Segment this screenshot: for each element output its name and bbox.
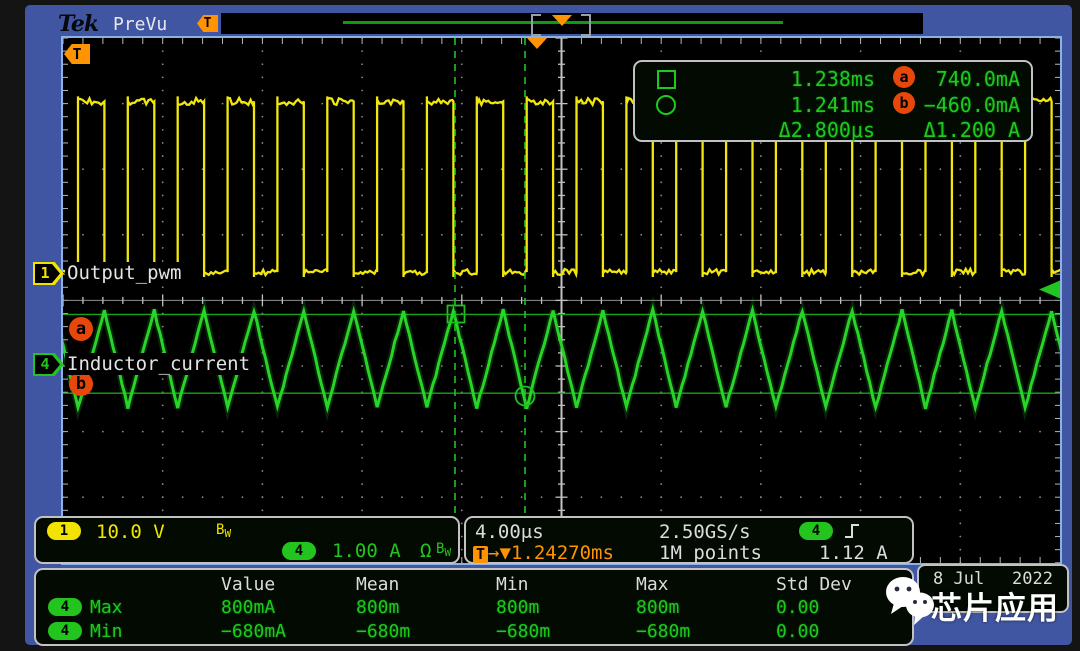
watermark-text: 芯片应用 bbox=[931, 583, 1059, 628]
measurement-table: Value Mean Min Max Std Dev 4 Max 800mA 8… bbox=[34, 568, 914, 646]
channel1-bandwidth-badge: BW bbox=[216, 522, 231, 540]
oscilloscope-screenshot: { "header": { "logo": "Tek", "status": "… bbox=[0, 0, 1080, 651]
cursor-delta-value: Δ1.200 A bbox=[905, 118, 1020, 142]
cursor-a-marker: a bbox=[69, 317, 93, 341]
measurement-value: −680mA bbox=[221, 621, 286, 642]
cursor1-square-icon bbox=[657, 70, 676, 89]
record-window-marker-icon bbox=[552, 15, 572, 26]
measurement-stddev: 0.00 bbox=[776, 621, 819, 642]
column-header-value: Value bbox=[221, 574, 275, 595]
measurement-source-badge: 4 bbox=[48, 598, 82, 616]
channel4-scale: 1.00 A bbox=[332, 540, 401, 562]
cursor1-time: 1.238ms bbox=[745, 67, 875, 91]
column-header-max: Max bbox=[636, 574, 669, 595]
record-length-readout: 1M points bbox=[659, 542, 762, 564]
measurement-name: Min bbox=[90, 621, 123, 642]
cursor-readout-box: 1.238ms a 740.0mA 1.241ms b −460.0mA Δ2.… bbox=[633, 60, 1033, 142]
channel4-bandwidth-badge: BW bbox=[436, 541, 451, 559]
measurement-value: 800mA bbox=[221, 597, 275, 618]
acquisition-status: PreVu bbox=[113, 14, 167, 35]
measurement-min: −680m bbox=[496, 621, 550, 642]
measurement-min: 800m bbox=[496, 597, 539, 618]
measurement-mean: 800m bbox=[356, 597, 399, 618]
sample-rate-readout: 2.50GS/s bbox=[659, 521, 751, 543]
record-window-bracket-left bbox=[531, 14, 541, 36]
tek-logo: Tek bbox=[58, 11, 98, 37]
channel4-badge: 4 bbox=[282, 542, 316, 560]
trigger-level-readout: 1.12 A bbox=[819, 542, 888, 564]
column-header-mean: Mean bbox=[356, 574, 399, 595]
channel4-position-marker: 4 bbox=[33, 353, 64, 376]
cursor-a-value: 740.0mA bbox=[915, 67, 1020, 91]
measurement-source-badge: 4 bbox=[48, 622, 82, 640]
channel1-waveform-label: Output_pwm bbox=[65, 262, 183, 284]
measurement-name: Max bbox=[90, 597, 123, 618]
cursor-b-value: −460.0mA bbox=[915, 93, 1020, 117]
cursor-b-badge: b bbox=[893, 92, 915, 114]
rising-edge-slope-icon bbox=[844, 522, 860, 540]
channel1-scale: 10.0 V bbox=[96, 521, 165, 543]
measurement-max: −680m bbox=[636, 621, 690, 642]
cursor-a-badge: a bbox=[893, 66, 915, 88]
record-window-bracket-right bbox=[581, 14, 591, 36]
horizontal-trigger-box: 4.00μs 2.50GS/s 4 T→▼1.24270ms 1M points… bbox=[464, 516, 914, 564]
cursor2-time: 1.241ms bbox=[745, 93, 875, 117]
trigger-delay-readout: T→▼1.24270ms bbox=[473, 542, 614, 564]
cursor-delta-time: Δ2.800μs bbox=[745, 118, 875, 142]
trigger-source-badge: 4 bbox=[799, 522, 833, 540]
trigger-position-icon bbox=[527, 38, 547, 49]
channel-scale-box: 1 10.0 V BW 4 1.00 A Ω BW bbox=[34, 516, 460, 564]
channel1-position-marker: 1 bbox=[33, 262, 64, 285]
cursor-b-marker: b bbox=[69, 372, 93, 396]
measurement-max: 800m bbox=[636, 597, 679, 618]
trigger-flag-topbar: T bbox=[197, 15, 218, 32]
channel1-badge: 1 bbox=[47, 522, 81, 540]
cursor2-circle-icon bbox=[656, 95, 676, 115]
timebase-readout: 4.00μs bbox=[475, 521, 544, 543]
measurement-stddev: 0.00 bbox=[776, 597, 819, 618]
measurement-mean: −680m bbox=[356, 621, 410, 642]
column-header-min: Min bbox=[496, 574, 529, 595]
column-header-stddev: Std Dev bbox=[776, 574, 852, 595]
channel4-waveform-label: Inductor_current bbox=[65, 353, 252, 375]
scope-screen: Tek PreVu T T 1 4 a b Output_pwm Inducto… bbox=[25, 5, 1072, 645]
wechat-icon bbox=[884, 572, 936, 628]
channel4-impedance: Ω bbox=[420, 540, 431, 562]
